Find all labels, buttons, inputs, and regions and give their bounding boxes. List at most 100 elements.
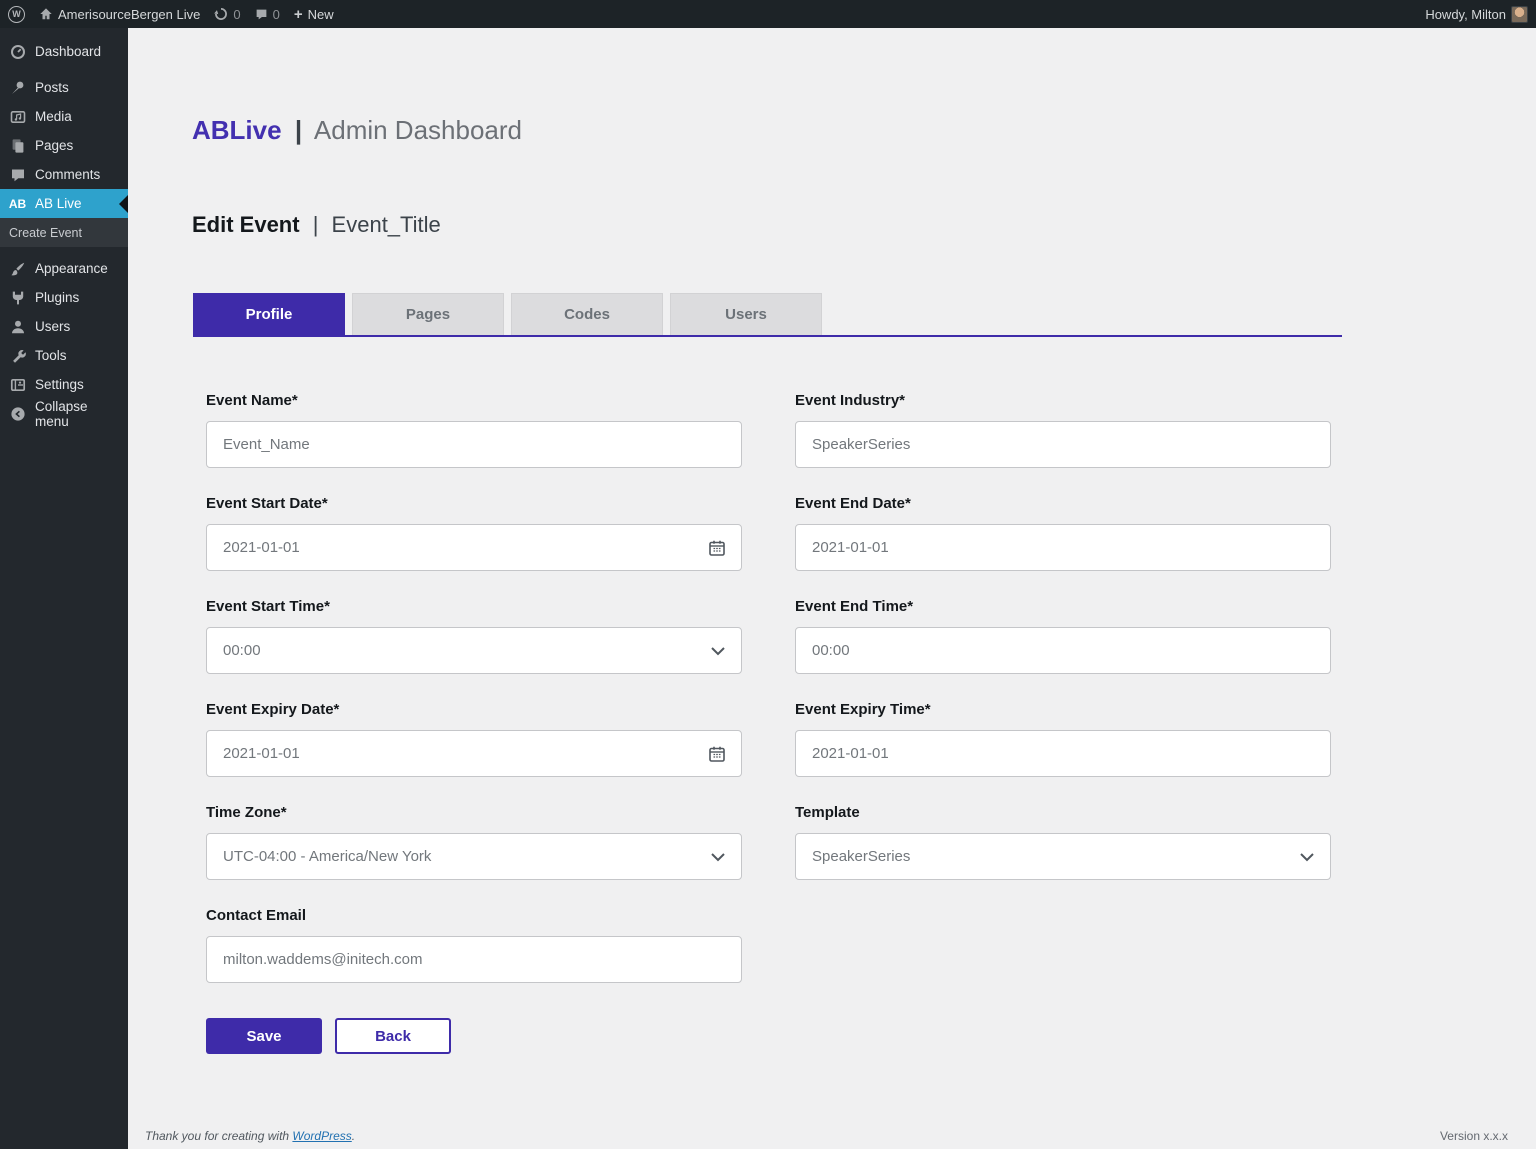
pages-icon xyxy=(9,137,26,154)
sidebar-subitem-label: Create Event xyxy=(9,225,82,240)
site-name-link[interactable]: AmerisourceBergen Live xyxy=(39,0,200,28)
site-name-label: AmerisourceBergen Live xyxy=(58,6,201,22)
update-icon xyxy=(214,7,228,21)
sidebar-item-appearance[interactable]: Appearance xyxy=(0,254,128,283)
field-event-expiry-date: Event Expiry Date* xyxy=(206,701,742,777)
event-name-label: Event Name* xyxy=(206,392,298,409)
account-menu[interactable]: Howdy, Milton xyxy=(1425,0,1528,28)
brand-subtitle: Admin Dashboard xyxy=(313,115,523,145)
template-select[interactable] xyxy=(795,833,1331,880)
collapse-arrow-icon xyxy=(9,405,26,422)
time-zone-select[interactable] xyxy=(206,833,742,880)
event-industry-label: Event Industry* xyxy=(795,392,906,409)
main-content: ABLive | Admin Dashboard Edit Event | Ev… xyxy=(128,28,1536,1149)
event-form: Event Name* Event Industry* Event Start … xyxy=(206,392,1536,983)
sidebar-item-label: Dashboard xyxy=(35,44,102,59)
sidebar-item-label: Plugins xyxy=(35,290,80,305)
field-contact-email: Contact Email xyxy=(206,907,742,983)
event-end-date-input[interactable] xyxy=(795,524,1331,571)
event-end-date-label: Event End Date* xyxy=(795,495,911,512)
new-label: New xyxy=(307,6,334,22)
sidebar-item-pages[interactable]: Pages xyxy=(0,131,128,160)
chevron-down-icon[interactable] xyxy=(710,646,726,656)
tab-pages[interactable]: Pages xyxy=(352,293,504,335)
field-empty xyxy=(795,907,1331,983)
wrench-icon xyxy=(9,347,26,364)
sidebar-item-tools[interactable]: Tools xyxy=(0,341,128,370)
footer-thanks-text: Thank you for creating with xyxy=(145,1129,290,1143)
version-label: Version x.x.x xyxy=(1439,1129,1508,1143)
updates-button[interactable]: 0 xyxy=(214,0,241,28)
sidebar-item-comments[interactable]: Comments xyxy=(0,160,128,189)
media-icon xyxy=(9,108,26,125)
event-start-date-input[interactable] xyxy=(206,524,742,571)
howdy-label: Howdy, Milton xyxy=(1425,6,1506,22)
sidebar-item-settings[interactable]: Settings xyxy=(0,370,128,399)
sidebar-item-dashboard[interactable]: Dashboard xyxy=(0,37,128,66)
ab-live-icon: AB xyxy=(8,196,27,211)
tab-bar: Profile Pages Codes Users xyxy=(193,293,1342,337)
field-event-end-date: Event End Date* xyxy=(795,495,1331,571)
field-event-name: Event Name* xyxy=(206,392,742,468)
user-icon xyxy=(9,318,26,335)
sidebar-item-label: Appearance xyxy=(35,261,108,276)
page-title: Edit Event | Event_Title xyxy=(192,212,1536,238)
calendar-icon[interactable] xyxy=(708,745,726,763)
template-label: Template xyxy=(795,804,860,821)
field-template: Template xyxy=(795,804,1331,880)
wordpress-link[interactable]: WordPress xyxy=(292,1129,351,1143)
sidebar-item-plugins[interactable]: Plugins xyxy=(0,283,128,312)
brand-header: ABLive | Admin Dashboard xyxy=(192,115,1536,146)
sidebar-item-label: Tools xyxy=(35,348,67,363)
tab-profile[interactable]: Profile xyxy=(193,293,345,335)
sidebar-item-label: Comments xyxy=(35,167,101,182)
field-event-industry: Event Industry* xyxy=(795,392,1331,468)
footer-thanks: Thank you for creating with WordPress. xyxy=(145,1129,355,1143)
field-event-start-time: Event Start Time* xyxy=(206,598,742,674)
tab-codes[interactable]: Codes xyxy=(511,293,663,335)
settings-icon xyxy=(9,376,26,393)
field-time-zone: Time Zone* xyxy=(206,804,742,880)
field-event-start-date: Event Start Date* xyxy=(206,495,742,571)
event-start-date-label: Event Start Date* xyxy=(206,495,328,512)
sidebar-item-label: AB Live xyxy=(35,196,82,211)
chevron-down-icon[interactable] xyxy=(1299,852,1315,862)
event-start-time-select[interactable] xyxy=(206,627,742,674)
comments-icon xyxy=(9,166,26,183)
comments-button[interactable]: 0 xyxy=(255,0,280,28)
event-expiry-date-label: Event Expiry Date* xyxy=(206,701,340,718)
chevron-down-icon[interactable] xyxy=(710,852,726,862)
sidebar-item-collapse-menu[interactable]: Collapse menu xyxy=(0,398,128,429)
paintbrush-icon xyxy=(9,260,26,277)
tab-users[interactable]: Users xyxy=(670,293,822,335)
time-zone-label: Time Zone* xyxy=(206,804,287,821)
event-industry-input[interactable] xyxy=(795,421,1331,468)
event-name-input[interactable] xyxy=(206,421,742,468)
admin-sidebar: Dashboard Posts Media Pages Comments AB … xyxy=(0,28,128,1149)
calendar-icon[interactable] xyxy=(708,539,726,557)
sidebar-item-posts[interactable]: Posts xyxy=(0,73,128,102)
event-expiry-time-input[interactable] xyxy=(795,730,1331,777)
pushpin-icon xyxy=(9,79,26,96)
event-expiry-date-input[interactable] xyxy=(206,730,742,777)
save-button[interactable]: Save xyxy=(206,1018,322,1054)
avatar xyxy=(1511,5,1528,23)
contact-email-input[interactable] xyxy=(206,936,742,983)
sidebar-item-label: Users xyxy=(35,319,71,334)
sidebar-subitem-create-event[interactable]: Create Event xyxy=(0,218,128,247)
admin-bar: W AmerisourceBergen Live 0 0 + New Howdy… xyxy=(0,0,1536,28)
wordpress-logo-icon: W xyxy=(8,5,25,23)
page-title-main: Edit Event xyxy=(192,212,300,237)
back-button[interactable]: Back xyxy=(335,1018,451,1054)
new-content-button[interactable]: + New xyxy=(294,0,334,28)
contact-email-label: Contact Email xyxy=(206,907,307,924)
sidebar-item-label: Collapse menu xyxy=(35,398,88,429)
sidebar-item-ab-live[interactable]: AB AB Live xyxy=(0,189,128,218)
sidebar-item-media[interactable]: Media xyxy=(0,102,128,131)
sidebar-item-label: Settings xyxy=(35,377,84,392)
sidebar-item-users[interactable]: Users xyxy=(0,312,128,341)
content-footer: Thank you for creating with WordPress. V… xyxy=(145,1129,1508,1143)
event-end-time-input[interactable] xyxy=(795,627,1331,674)
wordpress-logo-button[interactable]: W xyxy=(8,0,25,28)
field-event-expiry-time: Event Expiry Time* xyxy=(795,701,1331,777)
